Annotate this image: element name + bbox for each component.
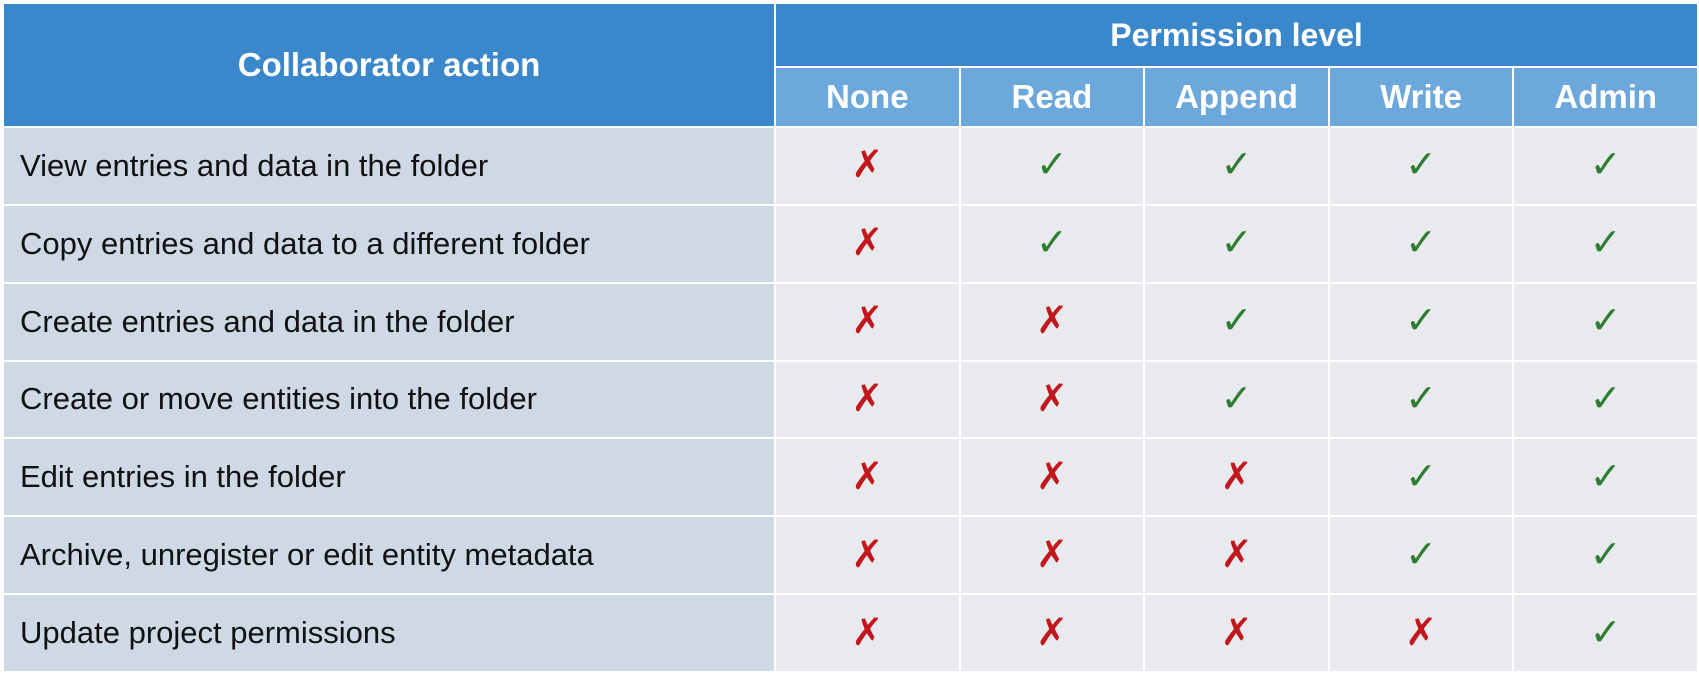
check-icon: ✓ [1589,220,1622,265]
permission-cell-append: ✗ [1143,593,1330,673]
check-icon: ✓ [1035,220,1068,265]
permissions-table-container: Collaborator action Permission level Non… [2,2,1699,673]
check-icon: ✓ [1220,220,1253,265]
cross-icon: ✗ [1220,531,1253,576]
check-icon: ✓ [1220,142,1253,187]
action-label: Edit entries in the folder [2,437,776,518]
check-icon: ✓ [1589,531,1622,576]
permission-cell-append: ✓ [1143,203,1330,284]
action-label: Create or move entities into the folder [2,359,776,440]
cross-icon: ✗ [851,609,884,654]
permission-cell-read: ✗ [958,593,1146,673]
permission-cell-admin: ✓ [1512,593,1699,673]
check-icon: ✓ [1220,375,1253,420]
check-icon: ✓ [1589,453,1622,498]
permission-cell-admin: ✓ [1512,126,1699,206]
permission-cell-append: ✓ [1143,281,1330,362]
cross-icon: ✗ [851,375,884,420]
permission-cell-read: ✗ [958,437,1146,518]
table-row: Archive, unregister or edit entity metad… [2,515,1699,596]
permission-cell-append: ✓ [1143,126,1330,206]
permission-cell-admin: ✓ [1512,203,1699,284]
permission-cell-read: ✓ [958,126,1146,206]
permission-cell-write: ✓ [1327,437,1515,518]
cross-icon: ✗ [1035,298,1068,343]
action-label: Copy entries and data to a different fol… [2,203,776,284]
level-header-admin: Admin [1512,66,1699,128]
permission-cell-none: ✗ [774,126,961,206]
permission-cell-write: ✓ [1327,359,1515,440]
permission-cell-none: ✗ [774,281,961,362]
table-row: Edit entries in the folder ✗ ✗ ✗ ✓ ✓ [2,437,1699,518]
table-row: Copy entries and data to a different fol… [2,203,1699,284]
cross-icon: ✗ [851,453,884,498]
cross-icon: ✗ [1035,531,1068,576]
permission-cell-admin: ✓ [1512,437,1699,518]
permission-cell-append: ✗ [1143,437,1330,518]
permission-cell-read: ✗ [958,515,1146,596]
permission-cell-append: ✗ [1143,515,1330,596]
table-row: Create or move entities into the folder ✗… [2,359,1699,440]
check-icon: ✓ [1405,375,1437,420]
cross-icon: ✗ [851,298,884,343]
action-label: Archive, unregister or edit entity metad… [2,515,776,596]
cross-icon: ✗ [1220,453,1253,498]
level-header-read: Read [958,66,1146,128]
permission-cell-write: ✓ [1327,126,1515,206]
cross-icon: ✗ [851,220,884,265]
action-label: Update project permissions [2,593,776,673]
check-icon: ✓ [1589,298,1622,343]
check-icon: ✓ [1405,453,1437,498]
permissions-table: Collaborator action Permission level Non… [2,2,1699,673]
cross-icon: ✗ [1405,609,1437,654]
permission-cell-write: ✓ [1327,281,1515,362]
check-icon: ✓ [1405,531,1437,576]
permission-cell-admin: ✓ [1512,515,1699,596]
check-icon: ✓ [1589,375,1622,420]
check-icon: ✓ [1589,142,1622,187]
table-row: Create entries and data in the folder ✗ ✗ ✓… [2,281,1699,362]
cross-icon: ✗ [851,142,884,187]
permission-cell-read: ✓ [958,203,1146,284]
permission-cell-write: ✓ [1327,515,1515,596]
check-icon: ✓ [1220,298,1253,343]
permissions-table-body: View entries and data in the folder ✗ ✓ ✓ ✓ ✓… [2,126,1699,673]
permission-cell-write: ✓ [1327,203,1515,284]
action-label: Create entries and data in the folder [2,281,776,362]
cross-icon: ✗ [1035,609,1068,654]
check-icon: ✓ [1405,142,1437,187]
permission-cell-admin: ✓ [1512,359,1699,440]
cross-icon: ✗ [1220,609,1253,654]
collaborator-action-header: Collaborator action [2,2,776,128]
permission-cell-none: ✗ [774,515,961,596]
permission-cell-write: ✗ [1327,593,1515,673]
level-header-none: None [774,66,961,128]
check-icon: ✓ [1035,142,1068,187]
check-icon: ✓ [1589,609,1622,654]
level-header-append: Append [1143,66,1330,128]
check-icon: ✓ [1405,298,1437,343]
cross-icon: ✗ [1035,375,1068,420]
table-row: View entries and data in the folder ✗ ✓ ✓ ✓ ✓ [2,126,1699,206]
permission-cell-none: ✗ [774,203,961,284]
permission-cell-none: ✗ [774,359,961,440]
permission-cell-none: ✗ [774,437,961,518]
cross-icon: ✗ [851,531,884,576]
permission-cell-admin: ✓ [1512,281,1699,362]
permission-cell-read: ✗ [958,281,1146,362]
permission-level-header: Permission level [773,2,1699,68]
permission-cell-read: ✗ [958,359,1146,440]
cross-icon: ✗ [1035,453,1068,498]
table-row: Update project permissions ✗ ✗ ✗ ✗ ✓ [2,593,1699,673]
header-row: Collaborator action Permission level [2,2,1699,128]
check-icon: ✓ [1405,220,1437,265]
action-label: View entries and data in the folder [2,126,776,206]
level-header-write: Write [1327,66,1515,128]
permission-cell-none: ✗ [774,593,961,673]
permission-cell-append: ✓ [1143,359,1330,440]
